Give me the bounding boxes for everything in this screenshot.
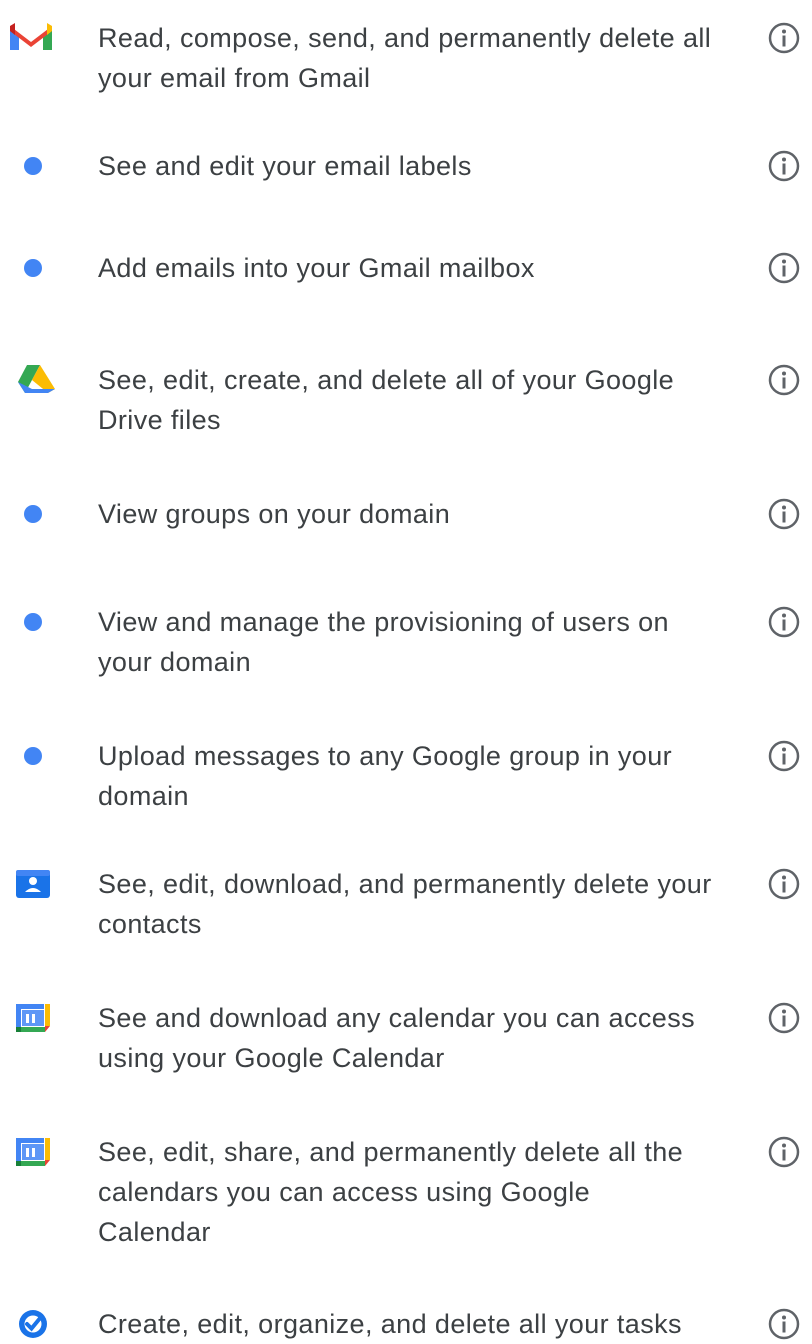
info-circle-icon[interactable]	[766, 1134, 802, 1170]
permission-text: Upload messages to any Google group in y…	[98, 741, 673, 811]
info-circle-icon[interactable]	[766, 250, 802, 286]
info-circle-icon[interactable]	[766, 20, 802, 56]
info-circle-icon[interactable]	[766, 1306, 802, 1342]
blue-dot-icon	[0, 736, 70, 776]
permission-text: Read, compose, send, and permanently del…	[98, 23, 712, 93]
gmail-icon	[0, 18, 70, 58]
permission-list: Read, compose, send, and permanently del…	[0, 0, 812, 1344]
google-tasks-icon	[0, 1304, 70, 1344]
info-circle-icon[interactable]	[766, 604, 802, 640]
permission-text: Create, edit, organize, and delete all y…	[98, 1309, 682, 1339]
permission-text: View groups on your domain	[98, 499, 451, 529]
blue-dot-icon	[0, 602, 70, 642]
info-circle-icon[interactable]	[766, 496, 802, 532]
google-contacts-icon	[0, 864, 70, 904]
permission-text: View and manage the provisioning of user…	[98, 607, 669, 677]
info-circle-icon[interactable]	[766, 866, 802, 902]
google-drive-icon	[0, 360, 70, 400]
info-circle-icon[interactable]	[766, 148, 802, 184]
permission-text: See, edit, share, and permanently delete…	[98, 1137, 684, 1247]
info-circle-icon[interactable]	[766, 362, 802, 398]
permission-text: See, edit, create, and delete all of you…	[98, 365, 675, 435]
google-calendar-icon	[0, 1132, 70, 1172]
blue-dot-icon	[0, 146, 70, 186]
info-circle-icon[interactable]	[766, 738, 802, 774]
permission-text: See and download any calendar you can ac…	[98, 1003, 695, 1073]
google-calendar-icon	[0, 998, 70, 1038]
permission-text: Add emails into your Gmail mailbox	[98, 253, 535, 283]
info-circle-icon[interactable]	[766, 1000, 802, 1036]
blue-dot-icon	[0, 248, 70, 288]
blue-dot-icon	[0, 494, 70, 534]
permission-text: See, edit, download, and permanently del…	[98, 869, 712, 939]
permission-text: See and edit your email labels	[98, 151, 472, 181]
